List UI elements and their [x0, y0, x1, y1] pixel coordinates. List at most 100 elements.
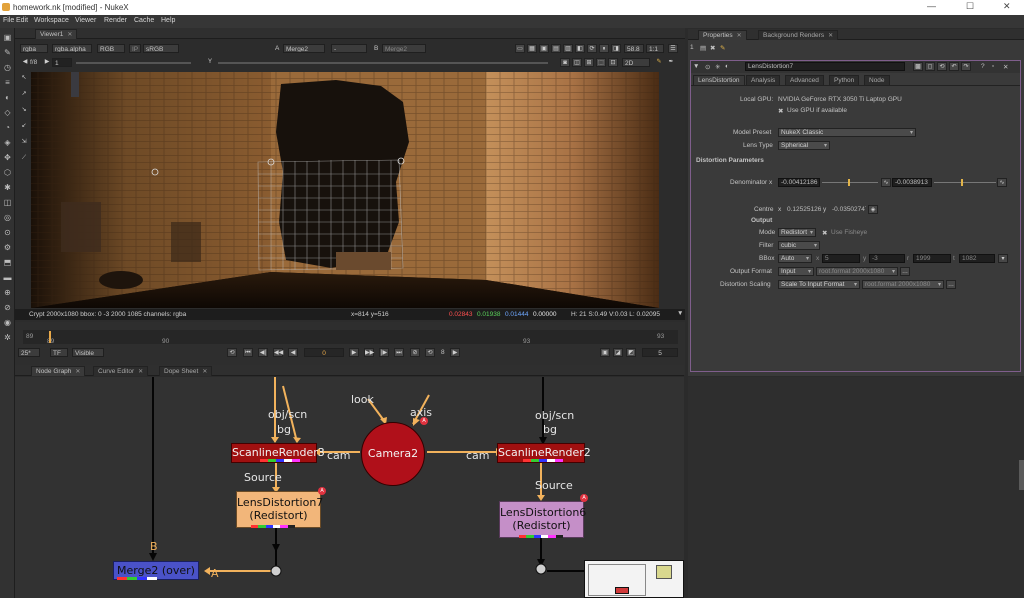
views-icon[interactable]: ◎: [2, 212, 13, 223]
prev-frame-button[interactable]: ◀◀: [273, 348, 283, 357]
keyer-icon[interactable]: ◔: [2, 122, 13, 133]
tab-background-renders[interactable]: Background Renders ✕: [758, 30, 839, 40]
distortion-scaling-select[interactable]: Scale To Input Format: [778, 280, 860, 289]
bbox-r-field[interactable]: 1999: [913, 254, 951, 263]
tab-viewer1[interactable]: Viewer1 ✕: [35, 29, 78, 39]
denominator-y-slider[interactable]: [934, 182, 996, 183]
pin-icon[interactable]: ▤: [700, 44, 706, 52]
collapse-icon[interactable]: ▼: [693, 63, 699, 70]
plugins-icon[interactable]: ◉: [2, 317, 13, 328]
flipbook-icon[interactable]: ▣: [600, 348, 610, 357]
tab-properties[interactable]: Properties ✕: [698, 30, 747, 40]
play-forward-button[interactable]: ▶: [349, 348, 359, 357]
float-icon[interactable]: ◻: [925, 62, 935, 71]
curve-icon[interactable]: ∿: [881, 178, 891, 187]
channels-select[interactable]: rgba: [20, 44, 48, 53]
b-input-select[interactable]: Merge2: [382, 44, 426, 53]
first-frame-button[interactable]: ⏮: [243, 348, 253, 357]
mask-icon[interactable]: ▣: [539, 44, 549, 53]
model-preset-select[interactable]: NukeX Classic: [778, 128, 916, 137]
zoom-select[interactable]: 58.8: [624, 44, 644, 53]
camera2-node[interactable]: Camera2: [361, 422, 425, 486]
redo-icon[interactable]: ↷: [961, 62, 971, 71]
close-button[interactable]: ✕: [1003, 1, 1011, 12]
menu-render[interactable]: Render: [104, 17, 127, 24]
image-icon[interactable]: ▣: [2, 32, 13, 43]
undo-icon[interactable]: ↶: [949, 62, 959, 71]
centre-x-field[interactable]: 0.12525126: [784, 205, 822, 214]
node-name-field[interactable]: LensDistortion7: [745, 62, 905, 71]
close-icon[interactable]: ✕: [828, 33, 833, 39]
nuke-icon[interactable]: ⊘: [2, 302, 13, 313]
node-help-icon[interactable]: ⊙: [705, 63, 710, 71]
settings-small-icon[interactable]: ☰: [668, 44, 678, 53]
lut-icon[interactable]: ◨: [611, 44, 621, 53]
help-icon[interactable]: ?: [981, 63, 985, 70]
maximize-button[interactable]: ☐: [966, 1, 974, 12]
revert-icon[interactable]: ⟲: [937, 62, 947, 71]
tab-advanced[interactable]: Advanced: [785, 75, 824, 85]
menu-help[interactable]: Help: [161, 17, 175, 24]
select-tool-icon[interactable]: ↖: [19, 74, 29, 83]
playhead[interactable]: [49, 331, 51, 343]
roi-icon[interactable]: ▭: [515, 44, 525, 53]
bbox-menu-icon[interactable]: ▾: [998, 254, 1008, 263]
step-forward-icon[interactable]: ▶: [450, 348, 460, 357]
display-select[interactable]: RGB: [97, 44, 125, 53]
visible-select[interactable]: Visible: [72, 348, 104, 357]
draw-icon[interactable]: ✎: [2, 47, 13, 58]
toolsets-icon[interactable]: ⚙: [2, 242, 13, 253]
pause-icon[interactable]: ⏸: [599, 44, 609, 53]
fstop-up-icon[interactable]: ▶: [42, 58, 52, 67]
denominator-x-field[interactable]: -0.00412186: [778, 178, 820, 187]
tab-python[interactable]: Python: [829, 75, 860, 85]
bezier-tool-icon[interactable]: ↘: [19, 106, 29, 115]
shape-tool-icon[interactable]: ⇲: [19, 138, 29, 147]
bbox-y-field[interactable]: -3: [869, 254, 905, 263]
close-icon[interactable]: ✕: [138, 369, 143, 375]
color-icon[interactable]: ◐: [2, 92, 13, 103]
settings-icon[interactable]: ✲: [2, 332, 13, 343]
next-key-button[interactable]: |▶: [379, 348, 389, 357]
mode-select[interactable]: Redistort: [778, 228, 816, 237]
curve-icon[interactable]: ∿: [997, 178, 1007, 187]
viewer-image[interactable]: [31, 72, 659, 308]
a-input-select[interactable]: Merge2: [283, 44, 325, 53]
last-frame-button[interactable]: ⏭: [394, 348, 404, 357]
menu-workspace[interactable]: Workspace: [34, 17, 69, 24]
denominator-x-slider[interactable]: [822, 182, 878, 183]
current-frame-field[interactable]: 0: [304, 348, 344, 357]
transform-icon[interactable]: ✥: [2, 152, 13, 163]
close-icon[interactable]: ✕: [737, 33, 742, 39]
menu-file[interactable]: File: [3, 17, 14, 24]
view-mode-select[interactable]: 2D: [622, 58, 650, 67]
feather-tool-icon[interactable]: ⟋: [19, 154, 29, 163]
lock-icon[interactable]: ⊡: [608, 58, 618, 67]
prev-key-button[interactable]: ◀|: [258, 348, 268, 357]
tab-curve-editor[interactable]: Curve Editor ✕: [93, 366, 149, 376]
node-color-icon[interactable]: ◐: [725, 63, 729, 70]
timeline-ruler[interactable]: [23, 330, 678, 344]
frame-field[interactable]: 1: [52, 58, 72, 67]
node-icon[interactable]: ✳: [715, 63, 720, 71]
colorspace-select[interactable]: sRGB: [143, 44, 179, 53]
filter-select[interactable]: cubic: [778, 241, 820, 250]
point-tool-icon[interactable]: ↙: [19, 122, 29, 131]
wipe-icon[interactable]: ◫: [572, 58, 582, 67]
distortion-scaling-value[interactable]: root.format 2000x1080: [862, 280, 944, 289]
filter-icon[interactable]: ◇: [2, 107, 13, 118]
end-field[interactable]: 5: [642, 348, 678, 357]
gamma-slider[interactable]: [218, 62, 548, 64]
3d-icon[interactable]: ⬡: [2, 167, 13, 178]
tf-select[interactable]: TF: [50, 348, 68, 357]
pencil-icon[interactable]: ✎: [654, 58, 664, 67]
exposure-slider[interactable]: [76, 62, 191, 64]
ip-toggle[interactable]: IP: [129, 44, 141, 53]
info-menu-icon[interactable]: ▼: [677, 310, 683, 317]
tab-node-graph[interactable]: Node Graph ✕: [31, 366, 86, 376]
tab-node[interactable]: Node: [864, 75, 890, 85]
stereo-icon[interactable]: ⊞: [584, 58, 594, 67]
output-format-select[interactable]: Input: [778, 267, 814, 276]
loop-icon[interactable]: ⟲: [227, 348, 237, 357]
tab-lensdistortion[interactable]: LensDistortion: [693, 75, 745, 85]
